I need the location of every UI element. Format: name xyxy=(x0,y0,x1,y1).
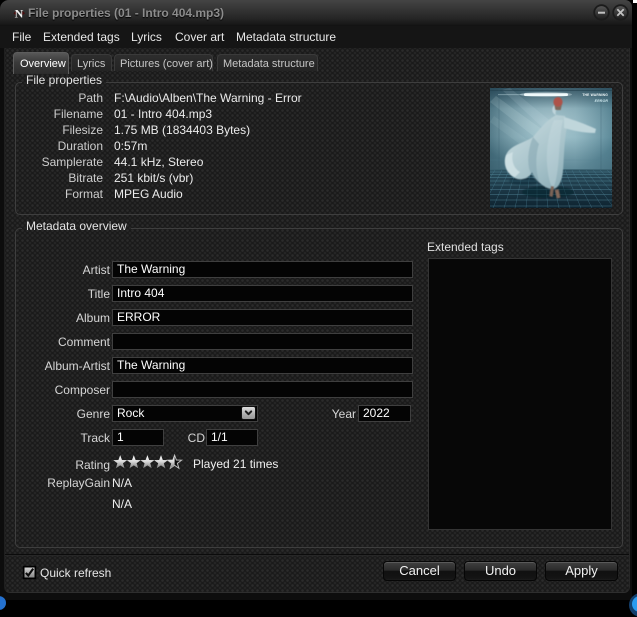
svg-text:THE WARNING: THE WARNING xyxy=(582,93,608,97)
svg-text:N: N xyxy=(15,7,24,21)
svg-text:ERROR: ERROR xyxy=(595,99,609,103)
